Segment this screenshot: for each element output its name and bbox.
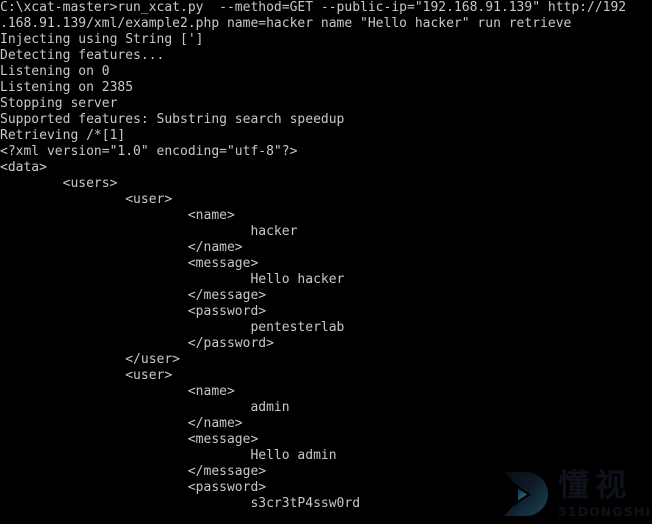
console-line: <message> — [0, 256, 259, 271]
console-line: </message> — [0, 288, 267, 303]
terminal-window: C:\xcat-master>run_xcat.py --method=GET … — [0, 0, 652, 524]
console-line: Hello hacker — [0, 272, 345, 287]
console-line: Listening on 2385 — [0, 80, 134, 95]
console-line: <password> — [0, 480, 267, 495]
console-line: </password> — [0, 336, 274, 351]
console-line: <users> — [0, 176, 118, 191]
console-line: <?xml version="1.0" encoding="utf-8"?> — [0, 144, 298, 159]
console-line: <user> — [0, 192, 173, 207]
console-line: Supported features: Substring search spe… — [0, 112, 345, 127]
console-line: Stopping server — [0, 96, 118, 111]
console-line: Hello admin — [0, 448, 337, 463]
console-line: <name> — [0, 384, 235, 399]
console-line: pentesterlab — [0, 320, 345, 335]
console-line: <name> — [0, 208, 235, 223]
console-line: </name> — [0, 240, 243, 255]
console-line: admin — [0, 400, 290, 415]
console-line: <password> — [0, 304, 267, 319]
console-line: s3cr3tP4ssw0rd — [0, 496, 361, 511]
console-line: <user> — [0, 368, 173, 383]
console-line: .168.91.139/xml/example2.php name=hacker… — [0, 16, 572, 31]
console-line: hacker — [0, 224, 298, 239]
console-line: C:\xcat-master>run_xcat.py --method=GET … — [0, 0, 627, 15]
console-line: </message> — [0, 464, 267, 479]
console-line: <message> — [0, 432, 259, 447]
console-line: Retrieving /*[1] — [0, 128, 126, 143]
console-output: C:\xcat-master>run_xcat.py --method=GET … — [0, 0, 652, 512]
console-line: Detecting features... — [0, 48, 165, 63]
console-line: Listening on 0 — [0, 64, 110, 79]
console-line: </name> — [0, 416, 243, 431]
console-line: </user> — [0, 352, 181, 367]
console-line: <data> — [0, 160, 47, 175]
console-line: Injecting using String ['] — [0, 32, 204, 47]
